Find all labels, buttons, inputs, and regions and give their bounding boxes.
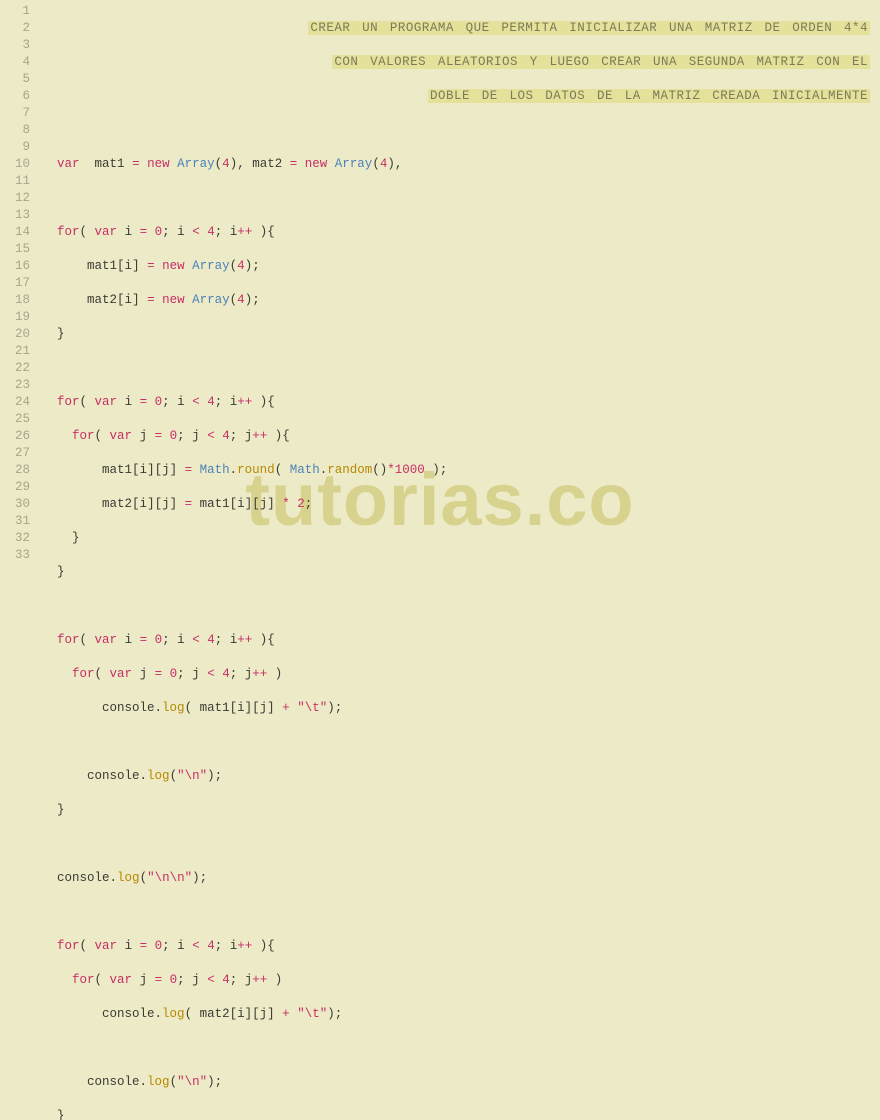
line-number: 24	[4, 394, 30, 411]
line-number: 23	[4, 377, 30, 394]
code-line	[42, 1040, 876, 1057]
code-line: }	[42, 530, 876, 547]
line-number: 13	[4, 207, 30, 224]
line-number: 27	[4, 445, 30, 462]
line-number: 17	[4, 275, 30, 292]
line-number: 19	[4, 309, 30, 326]
code-line: }	[42, 326, 876, 343]
line-number: 26	[4, 428, 30, 445]
code-line: for( var j = 0; j < 4; j++ )	[42, 666, 876, 683]
line-number: 31	[4, 513, 30, 530]
code-line	[42, 734, 876, 751]
code-line: for( var i = 0; i < 4; i++ ){	[42, 394, 876, 411]
code-line: }	[42, 564, 876, 581]
code-line: console.log("\n\n");	[42, 870, 876, 887]
line-number: 22	[4, 360, 30, 377]
code-line	[42, 836, 876, 853]
line-number: 4	[4, 54, 30, 71]
code-line	[42, 904, 876, 921]
code-line: for( var j = 0; j < 4; j++ )	[42, 972, 876, 989]
code-line: var mat1 = new Array(4), mat2 = new Arra…	[42, 156, 876, 173]
line-number: 16	[4, 258, 30, 275]
line-number: 33	[4, 547, 30, 564]
code-line: console.log("\n");	[42, 1074, 876, 1091]
line-number: 32	[4, 530, 30, 547]
code-line: mat1[i][j] = Math.round( Math.random()*1…	[42, 462, 876, 479]
code-line: }	[42, 1108, 876, 1120]
code-line: }	[42, 802, 876, 819]
line-number: 15	[4, 241, 30, 258]
line-number: 1	[4, 3, 30, 20]
comment-line: DOBLE DE LOS DATOS DE LA MATRIZ CREADA I…	[42, 88, 876, 105]
code-line: for( var i = 0; i < 4; i++ ){	[42, 938, 876, 955]
code-line: mat2[i] = new Array(4);	[42, 292, 876, 309]
comment-line: CON VALORES ALEATORIOS Y LUEGO CREAR UNA…	[42, 54, 876, 71]
comment-line: CREAR UN PROGRAMA QUE PERMITA INICIALIZA…	[42, 20, 876, 37]
line-number: 30	[4, 496, 30, 513]
code-line: mat2[i][j] = mat1[i][j] * 2;	[42, 496, 876, 513]
code-line: for( var i = 0; i < 4; i++ ){	[42, 224, 876, 241]
line-number: 7	[4, 105, 30, 122]
line-number: 20	[4, 326, 30, 343]
code-editor: 1234567891011121314151617181920212223242…	[0, 0, 880, 560]
line-number: 9	[4, 139, 30, 156]
line-number: 6	[4, 88, 30, 105]
line-number: 21	[4, 343, 30, 360]
code-line	[42, 598, 876, 615]
code-line: for( var j = 0; j < 4; j++ ){	[42, 428, 876, 445]
line-gutter: 1234567891011121314151617181920212223242…	[0, 0, 38, 560]
line-number: 28	[4, 462, 30, 479]
code-line	[42, 190, 876, 207]
code-line: console.log( mat1[i][j] + "\t");	[42, 700, 876, 717]
line-number: 10	[4, 156, 30, 173]
line-number: 8	[4, 122, 30, 139]
line-number: 18	[4, 292, 30, 309]
line-number: 5	[4, 71, 30, 88]
code-line: console.log("\n");	[42, 768, 876, 785]
line-number: 14	[4, 224, 30, 241]
line-number: 25	[4, 411, 30, 428]
code-line: mat1[i] = new Array(4);	[42, 258, 876, 275]
line-number: 12	[4, 190, 30, 207]
code-line: console.log( mat2[i][j] + "\t");	[42, 1006, 876, 1023]
line-number: 11	[4, 173, 30, 190]
code-line: for( var i = 0; i < 4; i++ ){	[42, 632, 876, 649]
line-number: 3	[4, 37, 30, 54]
code-line	[42, 122, 876, 139]
code-line	[42, 360, 876, 377]
code-area[interactable]: CREAR UN PROGRAMA QUE PERMITA INICIALIZA…	[38, 0, 880, 560]
line-number: 2	[4, 20, 30, 37]
line-number: 29	[4, 479, 30, 496]
